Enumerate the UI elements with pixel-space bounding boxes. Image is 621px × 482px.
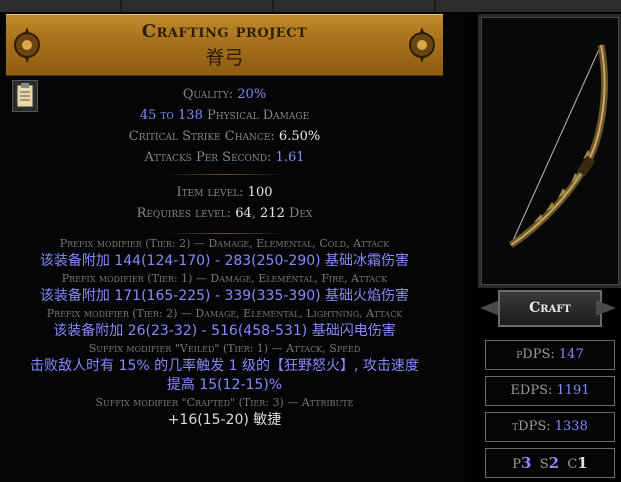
craft-button[interactable]: Craft [498, 290, 602, 327]
modifier-header: Suffix modifier "Veiled" (Tier: 1) — Att… [88, 342, 361, 355]
spike-left-icon [480, 300, 500, 316]
modifier-header: Prefix modifier (Tier: 2) — Damage, Elem… [46, 307, 403, 320]
edps-box: EDPS: 1191 [485, 376, 615, 406]
craft-area: Craft [478, 284, 618, 330]
separator [161, 174, 288, 175]
item-image-frame [478, 14, 621, 288]
bow-item-image [509, 44, 608, 248]
aps-line: Attacks Per Second: 1.61 [144, 150, 305, 165]
damage-line: 45 to 138 Physical Damage [139, 108, 310, 123]
item-level-line: Item level: 100 [176, 185, 273, 200]
ornament-right-icon [409, 27, 435, 63]
crit-line: Critical Strike Chance: 6.50% [128, 129, 321, 144]
modifier-value: 击败敌人时有 15% 的几率触发 1 级的【狂野怒火】, 攻击速度 [30, 358, 419, 374]
pdps-box: pDPS: 147 [485, 340, 615, 370]
tdps-box: tDPS: 1338 [485, 412, 615, 442]
affix-count-box: P3 S2 C1 [485, 448, 615, 478]
modifier-list: Prefix modifier (Tier: 2) — Damage, Elem… [6, 236, 443, 430]
item-name: 脊弓 [205, 47, 244, 69]
modifier-header: Prefix modifier (Tier: 2) — Damage, Elem… [59, 237, 390, 250]
modifier-value: 该装备附加 144(124-170) - 283(250-290) 基础冰霜伤害 [39, 253, 410, 269]
modifier-value: 该装备附加 26(23-32) - 516(458-531) 基础闪电伤害 [53, 323, 396, 339]
spike-right-icon [596, 300, 616, 316]
modifier-header: Prefix modifier (Tier: 1) — Damage, Elem… [61, 272, 388, 285]
ornament-left-icon [14, 27, 40, 63]
modifier-value: 该装备附加 171(165-225) - 339(335-390) 基础火焰伤害 [39, 288, 410, 304]
item-frame-title: Crafting project [141, 21, 308, 42]
quality-line: Quality: 20% [182, 87, 267, 102]
item-header: Crafting project 脊弓 [6, 14, 443, 76]
modifier-value: +16(15-20) 敏捷 [167, 412, 282, 428]
requirements-line: Requires level: 64, 212 Dex [136, 206, 313, 221]
modifier-value: 提高 15(12-15)% [166, 377, 283, 393]
separator-2 [162, 233, 288, 234]
item-properties: Quality: 20% 45 to 138 Physical Damage C… [6, 84, 443, 224]
top-strip [0, 0, 621, 12]
modifier-header: Suffix modifier "Crafted" (Tier: 3) — At… [95, 396, 354, 409]
